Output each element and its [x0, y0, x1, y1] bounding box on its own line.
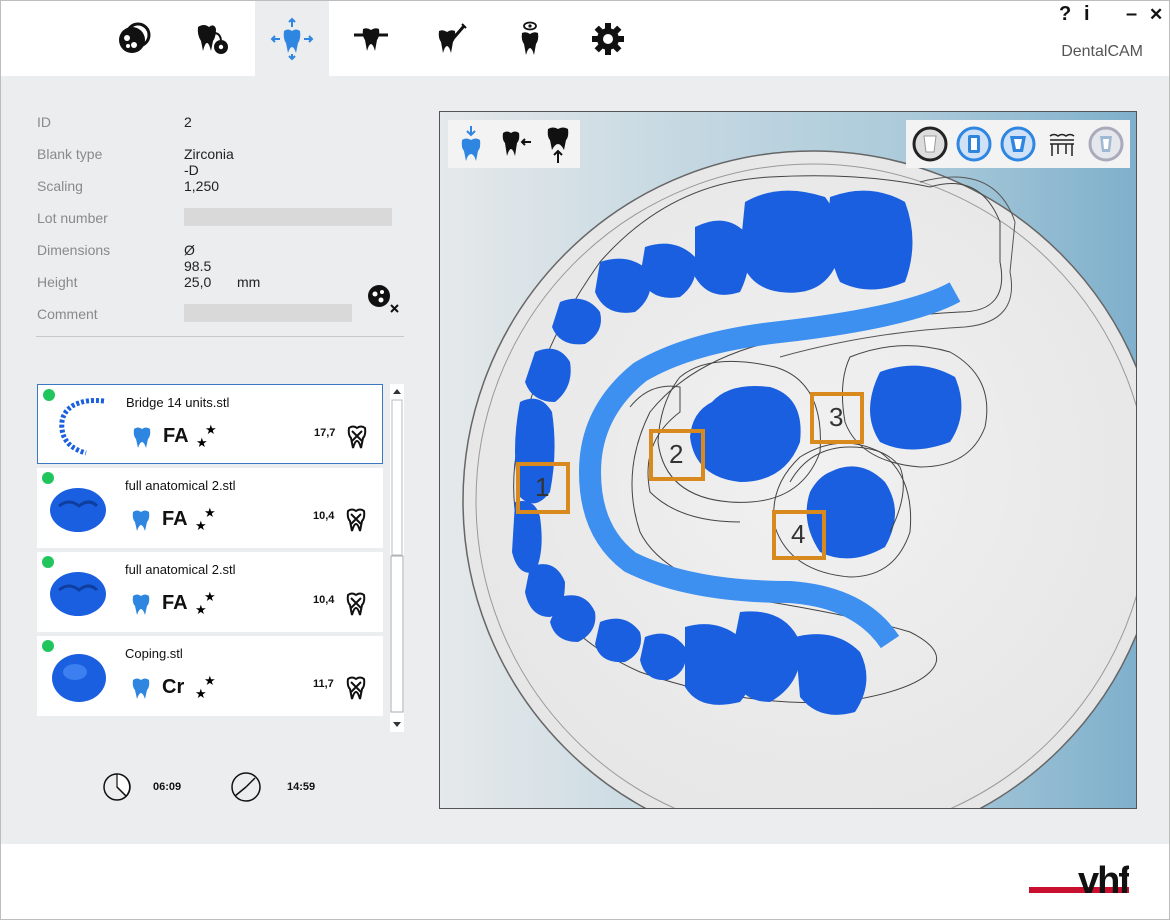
close-button[interactable]: ✕ [1149, 5, 1163, 25]
info-button[interactable]: i [1084, 3, 1090, 26]
svg-text:★: ★ [195, 519, 207, 532]
tooth-icon [132, 594, 150, 615]
footer-bar [1, 844, 1169, 919]
stars-icon: ★ ★ [195, 590, 217, 621]
main-toolbar: ? i – ✕ DentalCAM [1, 1, 1169, 76]
job-item-3[interactable]: full anatomical 2.stl FA ★ ★ 10,4 [37, 552, 383, 632]
job-value: 17,7 [314, 427, 336, 439]
tooth-down-arrow-icon[interactable] [460, 126, 482, 162]
blank-type-value: Zirconia -D [184, 146, 234, 178]
job-type: FA [162, 592, 188, 614]
blank-type-label: Blank type [37, 146, 103, 162]
job-type: FA [162, 508, 188, 530]
view-tools-right [906, 120, 1130, 168]
svg-text:★: ★ [196, 436, 208, 449]
calc-time: 06:09 [102, 770, 212, 802]
marker-label-3: 3 [829, 402, 844, 432]
job-item-4[interactable]: Coping.stl Cr ★ ★ 11,7 [37, 636, 383, 716]
id-label: ID [37, 114, 51, 130]
height-label: Height [37, 274, 78, 290]
crown-thumbnail [50, 488, 106, 532]
tooth-grey-icon[interactable] [1088, 126, 1124, 162]
help-button[interactable]: ? [1059, 3, 1071, 26]
tooth-position-icon[interactable] [255, 1, 329, 76]
blank-blue-icon[interactable] [956, 126, 992, 162]
scaling-label: Scaling [37, 178, 83, 194]
blank-icon[interactable] [99, 1, 169, 76]
job-type: Cr [162, 676, 185, 698]
tooth-exchange-icon[interactable] [177, 1, 247, 76]
mill-tooth-icon [347, 425, 367, 449]
height-value: 25,0 [184, 274, 212, 290]
marker-label-2: 2 [669, 439, 684, 469]
job-list-scrollbar[interactable] [390, 384, 404, 732]
coping-thumbnail [52, 654, 106, 702]
job-value: 10,4 [313, 510, 335, 522]
stars-icon: ★ ★ [196, 423, 218, 454]
crown-3-model [870, 365, 962, 450]
stopwatch-icon [103, 773, 131, 801]
mill-tooth-icon [346, 676, 366, 700]
nesting-viewport[interactable]: 1 2 3 4 [439, 111, 1137, 809]
tooth-icon [133, 427, 151, 448]
mill-tooth-icon [346, 508, 366, 532]
comment-label: Comment [37, 306, 98, 322]
svg-text:vhf: vhf [1078, 860, 1129, 902]
tooth-view-icon[interactable] [495, 1, 565, 76]
minimize-button[interactable]: – [1126, 3, 1137, 26]
tooth-bridge-icon[interactable] [1044, 126, 1080, 162]
lot-number-label: Lot number [37, 210, 108, 226]
clock-icon [231, 772, 261, 802]
scaling-value: 1,250 [184, 178, 220, 194]
blank-outline-icon[interactable] [912, 126, 948, 162]
marker-label-1: 1 [535, 472, 550, 502]
job-value: 10,4 [313, 594, 335, 606]
bridge-thumbnail [59, 398, 105, 456]
tooth-icon [132, 510, 150, 531]
job-type: FA [163, 425, 189, 447]
job-item-2[interactable]: full anatomical 2.stl FA ★ ★ 10,4 [37, 468, 383, 548]
mill-time-value: 14:59 [287, 781, 316, 793]
marker-label-4: 4 [791, 519, 806, 549]
job-name: Bridge 14 units.stl [126, 395, 230, 410]
job-name: Coping.stl [125, 646, 183, 661]
job-name: full anatomical 2.stl [125, 478, 236, 493]
info-row-height: Height 25,0 mm [37, 274, 297, 294]
dimensions-value: Ø 98.5 [184, 242, 212, 274]
tooth-up-arrow-icon[interactable] [546, 126, 570, 164]
crown-thumbnail [50, 572, 106, 616]
dimensions-label: Dimensions [37, 242, 111, 258]
svg-text:★: ★ [195, 603, 207, 616]
id-value: 2 [184, 114, 192, 130]
lot-number-field[interactable] [184, 208, 392, 226]
app-window: ? i – ✕ DentalCAM ID 2 Blank type Zircon… [0, 0, 1170, 920]
svg-text:★: ★ [195, 687, 207, 700]
tooth-tool-icon[interactable] [416, 1, 486, 76]
brand-label: DentalCAM [1061, 43, 1143, 60]
blank-remove-icon[interactable] [367, 283, 403, 317]
job-value: 11,7 [313, 678, 334, 690]
tooth-icon [132, 678, 150, 699]
blank-canvas[interactable] [440, 112, 1137, 809]
mill-time: 14:59 [229, 770, 339, 802]
tooth-blue-icon[interactable] [1000, 126, 1036, 162]
stars-icon: ★ ★ [195, 506, 217, 537]
mill-tooth-icon [346, 592, 366, 616]
height-unit: mm [237, 274, 261, 290]
comment-field[interactable] [184, 304, 352, 322]
tooth-left-arrow-icon[interactable] [502, 130, 532, 158]
tooth-align-icon[interactable] [336, 1, 406, 76]
settings-gear-icon[interactable] [573, 1, 643, 76]
panel-divider [36, 336, 404, 337]
view-tools-left [448, 120, 580, 168]
stars-icon: ★ ★ [195, 674, 217, 705]
job-item-1[interactable]: Bridge 14 units.stl FA ★ ★ 17,7 [37, 384, 383, 464]
job-name: full anatomical 2.stl [125, 562, 236, 577]
vhf-logo: vhf [1029, 859, 1133, 903]
calc-time-value: 06:09 [153, 781, 182, 793]
